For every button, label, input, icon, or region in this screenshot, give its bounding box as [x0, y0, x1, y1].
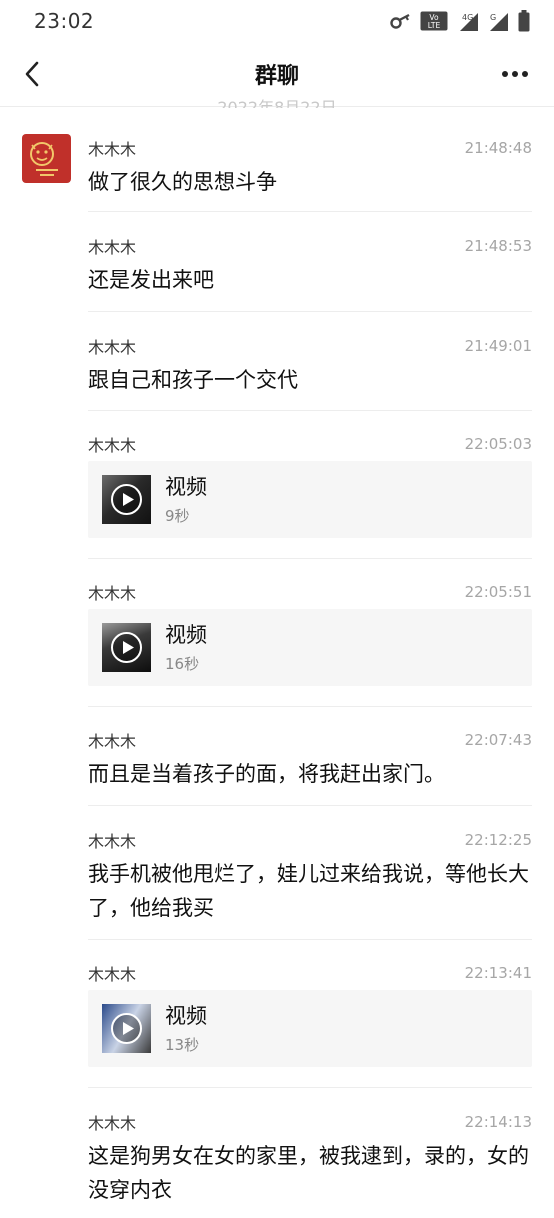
sender-name: 木木木 [88, 732, 137, 751]
message-text: 我手机被他甩烂了，娃儿过来给我说，等他长大了，他给我买 [88, 862, 529, 920]
back-button[interactable] [14, 56, 50, 92]
signal-g-icon: G [490, 13, 508, 31]
sender-name: 木木木 [88, 338, 137, 357]
message-time: 21:48:53 [464, 237, 532, 255]
video-thumbnail [102, 1004, 151, 1053]
message-text: 而且是当着孩子的面，将我赶出家门。 [88, 762, 445, 786]
message-item[interactable]: 木木木 22:13:41 视频 13秒 [88, 940, 532, 1088]
video-title: 视频 [165, 623, 207, 647]
message-text: 跟自己和孩子一个交代 [88, 368, 298, 392]
play-icon [111, 1013, 142, 1044]
svg-text:LTE: LTE [428, 21, 441, 30]
message-text: 这是狗男女在女的家里，被我逮到，录的，女的没穿内衣 [88, 1144, 529, 1202]
page-title: 群聊 [254, 64, 299, 89]
message-item[interactable]: 木木木 22:14:13 这是狗男女在女的家里，被我逮到，录的，女的没穿内衣 [88, 1088, 532, 1218]
video-title: 视频 [165, 1004, 207, 1028]
play-icon [111, 632, 142, 663]
chevron-left-icon [25, 61, 39, 87]
video-title: 视频 [165, 475, 207, 499]
svg-text:4G: 4G [462, 13, 473, 22]
sender-name: 木木木 [88, 140, 137, 159]
video-card[interactable]: 视频 9秒 [88, 461, 532, 538]
signal-4g-icon: 4G [460, 13, 478, 31]
sender-name: 木木木 [88, 1114, 137, 1133]
sender-name: 木木木 [88, 436, 137, 455]
video-duration: 13秒 [165, 1036, 200, 1054]
message-item[interactable]: 木木木 21:48:48 做了很久的思想斗争 [88, 132, 532, 212]
video-duration: 16秒 [165, 655, 200, 673]
video-thumbnail [102, 623, 151, 672]
sender-name: 木木木 [88, 965, 137, 984]
message-time: 22:05:51 [464, 583, 532, 601]
message-time: 21:48:48 [464, 139, 532, 157]
status-bar: 23:02 Vo LTE 4G G [0, 0, 554, 42]
message-time: 22:13:41 [464, 964, 532, 982]
battery-icon [518, 10, 530, 32]
message-time: 22:07:43 [464, 731, 532, 749]
avatar[interactable] [22, 134, 71, 183]
tiger-logo-icon [30, 142, 58, 176]
video-card[interactable]: 视频 13秒 [88, 990, 532, 1067]
sender-name: 木木木 [88, 832, 137, 851]
video-card[interactable]: 视频 16秒 [88, 609, 532, 686]
message-item[interactable]: 木木木 22:07:43 而且是当着孩子的面，将我赶出家门。 [88, 707, 532, 806]
message-text: 还是发出来吧 [88, 268, 214, 292]
sender-name: 木木木 [88, 584, 137, 603]
message-item[interactable]: 木木木 22:12:25 我手机被他甩烂了，娃儿过来给我说，等他长大了，他给我买 [88, 806, 532, 940]
message-item[interactable]: 木木木 21:48:53 还是发出来吧 [88, 212, 532, 312]
play-icon [111, 484, 142, 515]
date-divider: 2022年8月22日 [217, 98, 337, 108]
volte-icon: Vo LTE [420, 11, 448, 31]
video-thumbnail [102, 475, 151, 524]
message-time: 22:12:25 [464, 831, 532, 849]
key-icon [390, 13, 410, 29]
svg-text:G: G [490, 13, 496, 22]
status-icons: Vo LTE 4G G [390, 10, 530, 32]
sender-name: 木木木 [88, 238, 137, 257]
status-time: 23:02 [34, 9, 95, 33]
message-item[interactable]: 木木木 22:05:51 视频 16秒 [88, 559, 532, 707]
message-time: 22:14:13 [464, 1113, 532, 1131]
message-time: 21:49:01 [464, 337, 532, 355]
more-dots-icon [502, 71, 528, 77]
video-duration: 9秒 [165, 507, 190, 525]
message-time: 22:05:03 [464, 435, 532, 453]
message-text: 做了很久的思想斗争 [88, 170, 277, 194]
message-item[interactable]: 木木木 21:49:01 跟自己和孩子一个交代 [88, 312, 532, 411]
chat-list[interactable]: 木木木 21:48:48 做了很久的思想斗争 木木木 21:48:53 还是发出… [0, 132, 554, 1218]
more-button[interactable] [498, 60, 532, 88]
message-item[interactable]: 木木木 22:05:03 视频 9秒 [88, 411, 532, 559]
